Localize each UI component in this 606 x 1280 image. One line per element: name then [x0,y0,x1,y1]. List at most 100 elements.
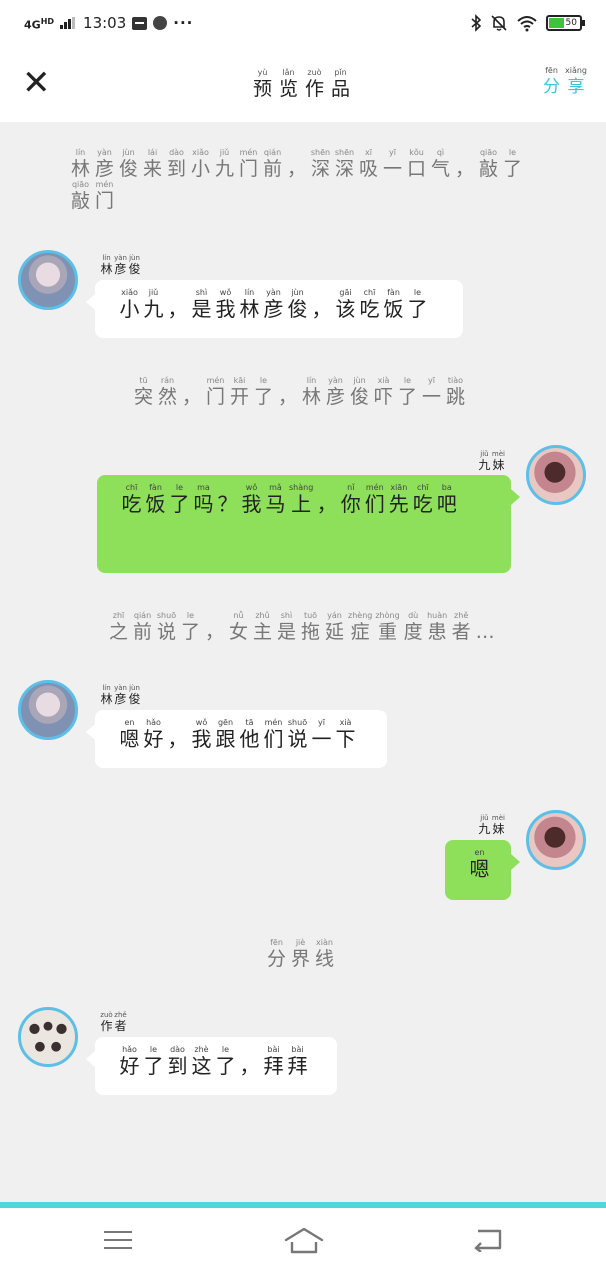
hanzi: 跳 [445,386,465,408]
hanzi: 拜 [263,1054,284,1078]
home-icon[interactable] [283,1226,325,1256]
ruby-char: zhòng 重 [375,611,399,643]
ruby-char: xiǎo 小 [119,288,140,320]
ruby-char: ？ [217,483,238,515]
pinyin: lín [75,148,86,157]
boy-avatar[interactable] [18,680,78,740]
ruby-char: zuò 作 [304,68,325,100]
pinyin: jùn [129,254,140,262]
chat-bubble[interactable]: chī 吃 fàn 饭 le 了 ma 吗 ？ wǒ 我 mǎ 马 shàng 上 ， nǐ 你 mén 们 xiā… [97,475,520,573]
hanzi: 览 [278,78,298,100]
pinyin: fēn [270,938,283,947]
ruby-char: jiǔ 九 [478,814,491,836]
hanzi: 饭 [145,492,166,516]
pinyin: jiè [295,938,306,947]
ruby-char: xià 吓 [373,376,394,408]
ruby-char: lín 林 [301,376,322,408]
pinyin: shuō [156,611,177,620]
hanzi: 突 [133,386,153,408]
status-bar: 4GHD 13:03 ··· 50 [0,0,606,46]
ruby-char: mén 们 [364,483,385,515]
hanzi: 然 [157,386,177,408]
ruby-char: xiàn 线 [314,938,335,970]
ruby-char: yàn 彦 [114,684,127,706]
ruby-char: dù 度 [403,611,424,643]
pinyin: le [259,376,268,385]
narration-text: fēn 分 jiè 界 xiàn 线 [266,938,386,970]
speaker-name: jiǔ 九 mèi 妹 [478,450,506,472]
ruby-char: pǐn 品 [330,68,351,100]
battery-icon: 50 [546,15,585,31]
pinyin: yī [428,376,435,385]
ruby-char: zhě 者 [451,611,472,643]
hanzi: 症 [350,621,370,643]
chat-bubble[interactable]: xiǎo 小 jiǔ 九 ， shì 是 wǒ 我 lín 林 yàn 彦 jùn 俊 ， gāi 该 chī 吃… [86,280,463,338]
hanzi: 开 [229,386,249,408]
hanzi: 彦 [114,692,127,706]
ruby-char: zhèng 症 [348,611,372,643]
hanzi: 林 [301,386,321,408]
hanzi: 深 [334,158,354,180]
ruby-char: fēn 分 [541,66,562,98]
chat-bubble[interactable]: en 嗯 [445,840,520,900]
ruby-char: kāi 开 [229,376,250,408]
more-notifications-icon: ··· [173,14,194,32]
ruby-char: shàng 上 [289,483,313,515]
ruby-char: lín 林 [70,148,91,180]
hanzi: 吓 [373,386,393,408]
hanzi: 俊 [287,297,308,321]
ruby-char: ， [181,376,202,408]
hanzi: 是 [276,621,296,643]
pinyin [190,376,193,386]
hanzi: ， [204,621,224,643]
navigation-bar [0,1208,606,1280]
hanzi: 度 [403,621,423,643]
hanzi: 嗯 [469,857,490,881]
pinyin: kāi [233,376,246,385]
pinyin: lín [102,684,111,692]
close-button[interactable]: ✕ [22,66,51,100]
girl-avatar[interactable] [526,445,586,505]
network-indicator: 4GHD [24,16,55,32]
hanzi: 前 [132,621,152,643]
ruby-char: jùn 俊 [128,254,141,276]
ruby-char: lǎn 览 [278,68,299,100]
hanzi: 这 [191,1054,212,1078]
ruby-char: zhī 之 [108,611,129,643]
share-button[interactable]: fēn 分 xiǎng 享 [541,66,590,98]
chat-bubble[interactable]: hǎo 好 le 了 dào 到 zhè 这 le 了 ， bài 拜 bài 拜 [86,1037,337,1095]
hanzi: 吃 [359,297,380,321]
group-avatar[interactable] [18,1007,78,1067]
pinyin: lín [306,376,317,385]
ruby-char: dào 到 [167,1045,188,1077]
menu-icon[interactable] [104,1226,132,1250]
message-text: en 嗯 hǎo 好 ， wǒ 我 gēn 跟 tā 他 mén 们 shuō 说 yī 一 xià 下 [119,718,363,750]
ruby-char: yàn 彦 [114,254,127,276]
bluetooth-icon [471,14,482,32]
hanzi: 气 [430,158,450,180]
ruby-char: chī 吃 [359,288,380,320]
hanzi: 了 [253,386,273,408]
ruby-char: yán 延 [324,611,345,643]
chat-bubble[interactable]: en 嗯 hǎo 好 ， wǒ 我 gēn 跟 tā 他 mén 们 shuō 说 yī 一 xià 下 [86,710,387,768]
back-icon[interactable] [472,1226,504,1253]
hanzi: 他 [239,727,260,751]
hanzi: ， [316,492,337,516]
pinyin: le [403,376,412,385]
ruby-char: jiǔ 九 [478,450,491,472]
hanzi: 分 [542,77,560,97]
speaker-name: lín 林 yàn 彦 jùn 俊 [100,684,142,706]
pinyin: pǐn [334,68,347,77]
pinyin: zhě [454,611,469,620]
pinyin: qiāo [479,148,498,157]
ruby-char: shuō 说 [287,718,308,750]
hanzi: ， [286,158,306,180]
girl-avatar[interactable] [526,810,586,870]
ruby-char: ma 吗 [193,483,214,515]
ruby-char: ， [316,483,337,515]
ruby-char: tā 他 [239,718,260,750]
hanzi: 线 [314,948,334,970]
ruby-char: yī 一 [421,376,442,408]
boy-avatar[interactable] [18,250,78,310]
header: ✕ yù 预 lǎn 览 zuò 作 pǐn 品 fēn 分 xiǎng 享 [0,46,606,122]
